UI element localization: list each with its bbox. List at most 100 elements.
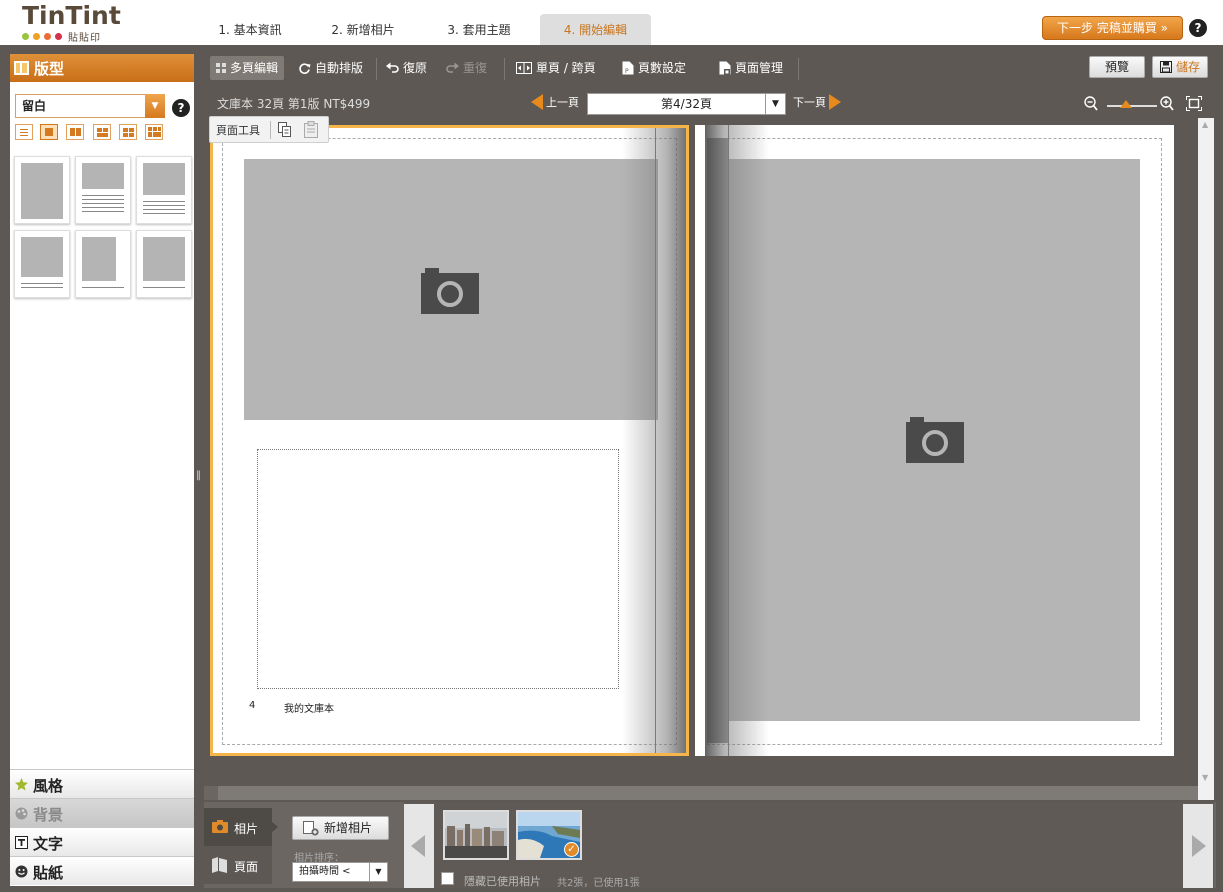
page-count-button[interactable]: P 頁數設定 <box>622 58 686 78</box>
photo-thumbnail-used[interactable]: ✓ <box>516 810 582 860</box>
hide-used-checkbox[interactable] <box>441 872 454 885</box>
spine-edge <box>707 138 729 743</box>
tab-background-label: 背景 <box>33 806 64 824</box>
gutter-line <box>728 125 729 756</box>
zoom-out-icon[interactable] <box>1084 96 1098 112</box>
zoom-slider-track[interactable] <box>1107 105 1157 107</box>
filter-text-only-icon[interactable] <box>15 124 33 140</box>
tab-sticker[interactable]: 貼紙 <box>10 856 194 885</box>
gutter-line <box>655 128 656 753</box>
paste-page-icon[interactable] <box>304 121 318 138</box>
photo-thumbnail[interactable] <box>443 810 509 860</box>
page-info-bar: 文庫本 32頁 第1版 NT$499 上一頁 第4/32頁 ▼ 下一頁 <box>204 90 1216 118</box>
help-icon[interactable]: ? <box>1189 19 1207 37</box>
auto-layout-label: 自動排版 <box>315 61 364 75</box>
tray-tab-pages[interactable]: 頁面 <box>204 846 272 884</box>
single-spread-button[interactable]: 單頁 / 跨頁 <box>516 58 596 78</box>
logo-subtitle: 貼貼印 <box>68 33 101 44</box>
layout-thumbnail[interactable] <box>14 230 70 298</box>
tintint-logo[interactable]: TinTint 貼貼印 <box>22 2 121 44</box>
tray-tab-photos[interactable]: 相片 <box>204 808 278 846</box>
tab-style[interactable]: 風格 <box>10 769 194 798</box>
tab-pointer <box>270 820 278 834</box>
camera-icon <box>906 417 964 463</box>
preview-button[interactable]: 預覽 <box>1089 56 1145 78</box>
text-icon <box>15 836 28 849</box>
right-page[interactable] <box>695 125 1174 756</box>
zoom-in-icon[interactable] <box>1160 96 1174 112</box>
copy-page-icon[interactable] <box>278 122 292 138</box>
page-manage-button[interactable]: 頁面管理 <box>719 58 783 78</box>
next-step-button[interactable]: 下一步 完稿並購買 » <box>1042 16 1183 40</box>
arrow-right-icon <box>829 94 841 110</box>
layout-help-icon[interactable]: ? <box>172 99 190 117</box>
redo-button[interactable]: 重復 <box>446 58 487 78</box>
smiley-icon <box>15 865 28 878</box>
layout-type-value: 留白 <box>22 99 47 113</box>
scroll-left-icon[interactable] <box>204 786 218 800</box>
step-basic-info[interactable]: 1. 基本資訊 <box>205 14 295 46</box>
logo-sub: 貼貼印 <box>22 29 121 44</box>
page-count-icon: P <box>622 61 634 75</box>
page-manage-icon <box>719 61 731 75</box>
arrow-left-icon <box>411 835 425 857</box>
panel-splitter-handle[interactable]: ‖ <box>196 470 202 484</box>
fit-screen-icon[interactable] <box>1186 96 1202 111</box>
logo-dot-icon <box>44 33 51 40</box>
zoom-slider-thumb[interactable] <box>1120 100 1132 108</box>
page-select[interactable]: 第4/32頁 ▼ <box>587 93 786 115</box>
layout-thumbnail[interactable] <box>75 156 131 224</box>
step-add-photos[interactable]: 2. 新增相片 <box>318 14 408 46</box>
chevron-down-icon: ▼ <box>369 863 387 881</box>
text-frame[interactable] <box>257 449 619 689</box>
prev-page-label: 上一頁 <box>546 96 579 109</box>
add-photo-button[interactable]: 新增相片 <box>292 816 389 840</box>
photo-sort-select[interactable]: 拍攝時間 < ▼ <box>292 862 388 882</box>
multi-page-edit-button[interactable]: 多頁編輯 <box>210 56 285 80</box>
redo-label: 重復 <box>463 61 488 75</box>
filter-two-photo-icon[interactable] <box>66 124 84 140</box>
left-page[interactable]: 4 我的文庫本 <box>210 125 689 756</box>
vertical-scrollbar[interactable]: ▲ ▼ <box>1198 118 1214 788</box>
page-tools-bar: 頁面工具 <box>209 116 329 143</box>
palette-icon <box>15 807 28 820</box>
toolbar-separator <box>376 58 377 80</box>
multi-page-edit-label: 多頁編輯 <box>230 61 279 75</box>
scroll-down-icon[interactable]: ▼ <box>1202 773 1208 782</box>
layout-thumbnail[interactable] <box>75 230 131 298</box>
strip-prev-button[interactable] <box>404 804 434 888</box>
page-select-value: 第4/32頁 <box>661 97 712 111</box>
filter-four-photo-icon[interactable] <box>119 124 137 140</box>
layout-thumbnail[interactable] <box>136 156 192 224</box>
next-page-link[interactable]: 下一頁 <box>793 94 841 110</box>
layout-thumbnail[interactable] <box>136 230 192 298</box>
filter-multi-photo-icon[interactable] <box>145 124 163 140</box>
filter-one-photo-icon[interactable] <box>40 124 58 140</box>
layout-thumbnail[interactable] <box>14 156 70 224</box>
next-page-label: 下一頁 <box>793 96 826 109</box>
undo-button[interactable]: 復原 <box>386 58 427 78</box>
layout-type-select[interactable]: 留白 ▼ <box>15 94 165 118</box>
tab-background[interactable]: 背景 <box>10 798 194 827</box>
step-start-editing[interactable]: 4. 開始編輯 <box>540 14 651 46</box>
step-apply-theme[interactable]: 3. 套用主題 <box>434 14 524 46</box>
prev-page-link[interactable]: 上一頁 <box>531 94 579 110</box>
layout-panel-header[interactable]: 版型 <box>10 54 194 82</box>
strip-next-button[interactable] <box>1183 804 1213 888</box>
scroll-up-icon[interactable]: ▲ <box>1202 120 1208 129</box>
save-button[interactable]: 儲存 <box>1152 56 1208 78</box>
tab-style-label: 風格 <box>33 777 64 795</box>
used-check-icon: ✓ <box>564 842 579 857</box>
horizontal-scrollbar[interactable] <box>204 786 1199 800</box>
filter-three-photo-icon[interactable] <box>93 124 111 140</box>
auto-layout-button[interactable]: 自動排版 <box>298 58 363 78</box>
hide-used-label: 隱藏已使用相片 <box>464 875 541 888</box>
tab-text[interactable]: 文字 <box>10 827 194 856</box>
chevron-down-icon: ▼ <box>145 94 165 118</box>
chevron-down-icon: ▼ <box>765 94 785 114</box>
toolbar-separator <box>504 58 505 80</box>
logo-dot-icon <box>22 33 29 40</box>
city-photo-image <box>445 812 507 858</box>
save-icon <box>1159 61 1172 73</box>
tab-text-label: 文字 <box>33 835 64 853</box>
